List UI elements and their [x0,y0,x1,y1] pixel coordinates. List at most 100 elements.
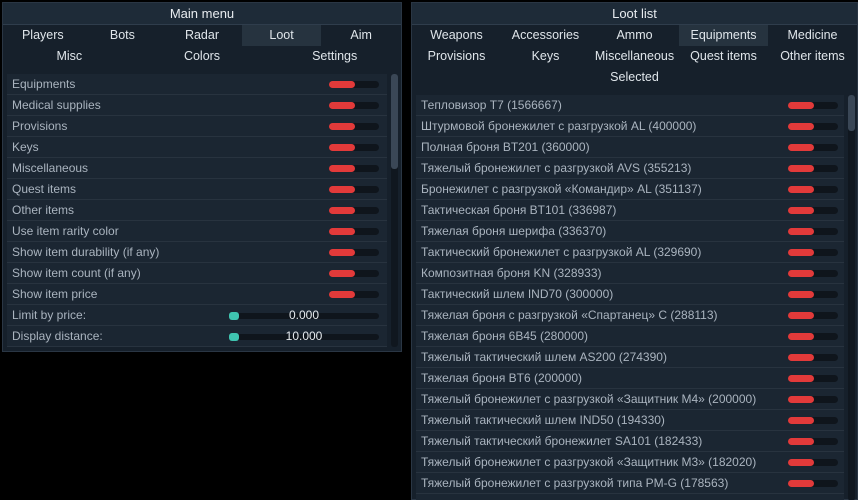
toggle-switch[interactable] [329,165,379,172]
toggle-knob [788,333,814,340]
slider-knob[interactable] [229,312,239,320]
tab-colors[interactable]: Colors [136,46,269,67]
tab-misc[interactable]: Misc [3,46,136,67]
tab-equipments[interactable]: Equipments [679,25,768,46]
loot-item-row[interactable]: Тяжелая броня шерифа (336370) [416,221,844,242]
loot-item-label: Тяжелая броня шерифа (336370) [421,224,607,238]
loot-item-label: Тяжелая броня 6B45 (280000) [421,329,589,343]
tab-radar[interactable]: Radar [162,25,242,46]
toggle-switch[interactable] [329,270,379,277]
setting-row: Quest items [7,179,387,200]
loot-item-row[interactable]: Тяжелый бронежилет с разгрузкой типа PM-… [416,473,844,494]
toggle-knob [788,480,814,487]
toggle-switch[interactable] [329,186,379,193]
setting-row: Keys [7,137,387,158]
toggle-knob [788,207,814,214]
loot-item-row[interactable]: Тяжелый тактический шлем IND50 (194330) [416,410,844,431]
loot-item-row[interactable]: Тяжелый тактический бронежилет SA101 (18… [416,431,844,452]
tab-selected[interactable]: Selected [412,67,857,88]
loot-scrollbar-thumb[interactable] [848,95,855,131]
loot-item-toggle[interactable] [788,354,838,361]
settings-scrollbar-thumb[interactable] [391,74,398,169]
loot-item-row[interactable]: Тяжелый тактический шлем AS200 (274390) [416,347,844,368]
loot-item-toggle[interactable] [788,144,838,151]
toggle-switch[interactable] [329,81,379,88]
toggle-switch[interactable] [329,249,379,256]
tab-quest-items[interactable]: Quest items [679,46,768,67]
loot-list-panel: Loot list Weapons Accessories Ammo Equip… [411,2,858,500]
loot-item-row[interactable]: Тактический шлем IND70 (300000) [416,284,844,305]
loot-list-tabs-row1: Weapons Accessories Ammo Equipments Medi… [412,25,857,46]
loot-item-row[interactable]: Тепловизор T7 (1566667) [416,95,844,116]
loot-item-row[interactable]: Тяжелая броня с разгрузкой «Спартанец» С… [416,305,844,326]
loot-item-toggle[interactable] [788,291,838,298]
loot-item-row[interactable]: Штурмовой бронежилет с разгрузкой AL (40… [416,116,844,137]
slider-value: 10.000 [285,329,323,343]
toggle-switch[interactable] [329,207,379,214]
loot-item-toggle[interactable] [788,480,838,487]
tab-provisions[interactable]: Provisions [412,46,501,67]
tab-aim[interactable]: Aim [321,25,401,46]
loot-item-row[interactable]: Полная броня BT201 (360000) [416,137,844,158]
loot-item-row[interactable]: Композитная броня KN (328933) [416,263,844,284]
toggle-knob [788,417,814,424]
slider-knob[interactable] [229,333,239,341]
loot-item-toggle[interactable] [788,186,838,193]
loot-item-toggle[interactable] [788,375,838,382]
loot-scrollbar[interactable] [848,95,855,500]
loot-item-toggle[interactable] [788,312,838,319]
toggle-switch[interactable] [329,102,379,109]
loot-item-toggle[interactable] [788,249,838,256]
loot-item-toggle[interactable] [788,123,838,130]
setting-label: Use item rarity color [12,224,119,238]
loot-item-toggle[interactable] [788,417,838,424]
setting-label: Quest items [12,182,77,196]
toggle-knob [788,249,814,256]
loot-item-row[interactable]: Тактический бронежилет с разгрузкой AL (… [416,242,844,263]
toggle-switch[interactable] [329,228,379,235]
toggle-switch[interactable] [329,291,379,298]
loot-item-label: Композитная броня KN (328933) [421,266,602,280]
tab-ammo[interactable]: Ammo [590,25,679,46]
loot-item-toggle[interactable] [788,165,838,172]
tab-medicine[interactable]: Medicine [768,25,857,46]
loot-item-toggle[interactable] [788,333,838,340]
tab-settings[interactable]: Settings [268,46,401,67]
setting-label: Provisions [12,119,68,133]
tab-bots[interactable]: Bots [83,25,163,46]
loot-item-row[interactable]: Тяжелый бронежилет с разгрузкой «Защитни… [416,452,844,473]
loot-item-toggle[interactable] [788,228,838,235]
tab-keys[interactable]: Keys [501,46,590,67]
loot-item-toggle[interactable] [788,396,838,403]
toggle-knob [329,81,355,88]
tab-miscellaneous[interactable]: Miscellaneous [590,46,679,67]
loot-item-label: Тяжелый тактический бронежилет SA101 (18… [421,434,703,448]
loot-item-toggle[interactable] [788,270,838,277]
loot-item-row[interactable]: Тяжелая броня 6B45 (280000) [416,326,844,347]
tab-loot[interactable]: Loot [241,25,322,46]
loot-item-toggle[interactable] [788,438,838,445]
loot-item-label: Штурмовой бронежилет с разгрузкой AL (40… [421,119,697,133]
loot-item-row[interactable]: Бронежилет с разгрузкой «Командир» AL (3… [416,179,844,200]
loot-item-toggle[interactable] [788,207,838,214]
loot-item-row[interactable]: Тяжелый бронежилет с разгрузкой AVS (355… [416,158,844,179]
tab-players[interactable]: Players [3,25,83,46]
loot-item-row[interactable]: Тяжелый бронежилет с разгрузкой «Защитни… [416,389,844,410]
settings-scrollbar[interactable] [391,74,398,347]
tab-accessories[interactable]: Accessories [501,25,590,46]
loot-item-label: Тактическая броня BT101 (336987) [421,203,617,217]
loot-item-toggle[interactable] [788,102,838,109]
toggle-switch[interactable] [329,123,379,130]
loot-item-label: Тяжелый бронежилет с разгрузкой типа PM-… [421,476,729,490]
toggle-knob [788,144,814,151]
setting-row: Miscellaneous [7,158,387,179]
loot-items-list: Тепловизор T7 (1566667) Штурмовой бронежи… [416,95,844,500]
tab-weapons[interactable]: Weapons [412,25,501,46]
loot-item-row[interactable]: Тактическая броня BT101 (336987) [416,200,844,221]
tab-other-items[interactable]: Other items [768,46,857,67]
loot-item-row[interactable]: Тяжелая броня BT6 (200000) [416,368,844,389]
toggle-switch[interactable] [329,144,379,151]
setting-label: Show item durability (if any) [12,245,160,259]
toggle-knob [788,438,814,445]
loot-item-toggle[interactable] [788,459,838,466]
